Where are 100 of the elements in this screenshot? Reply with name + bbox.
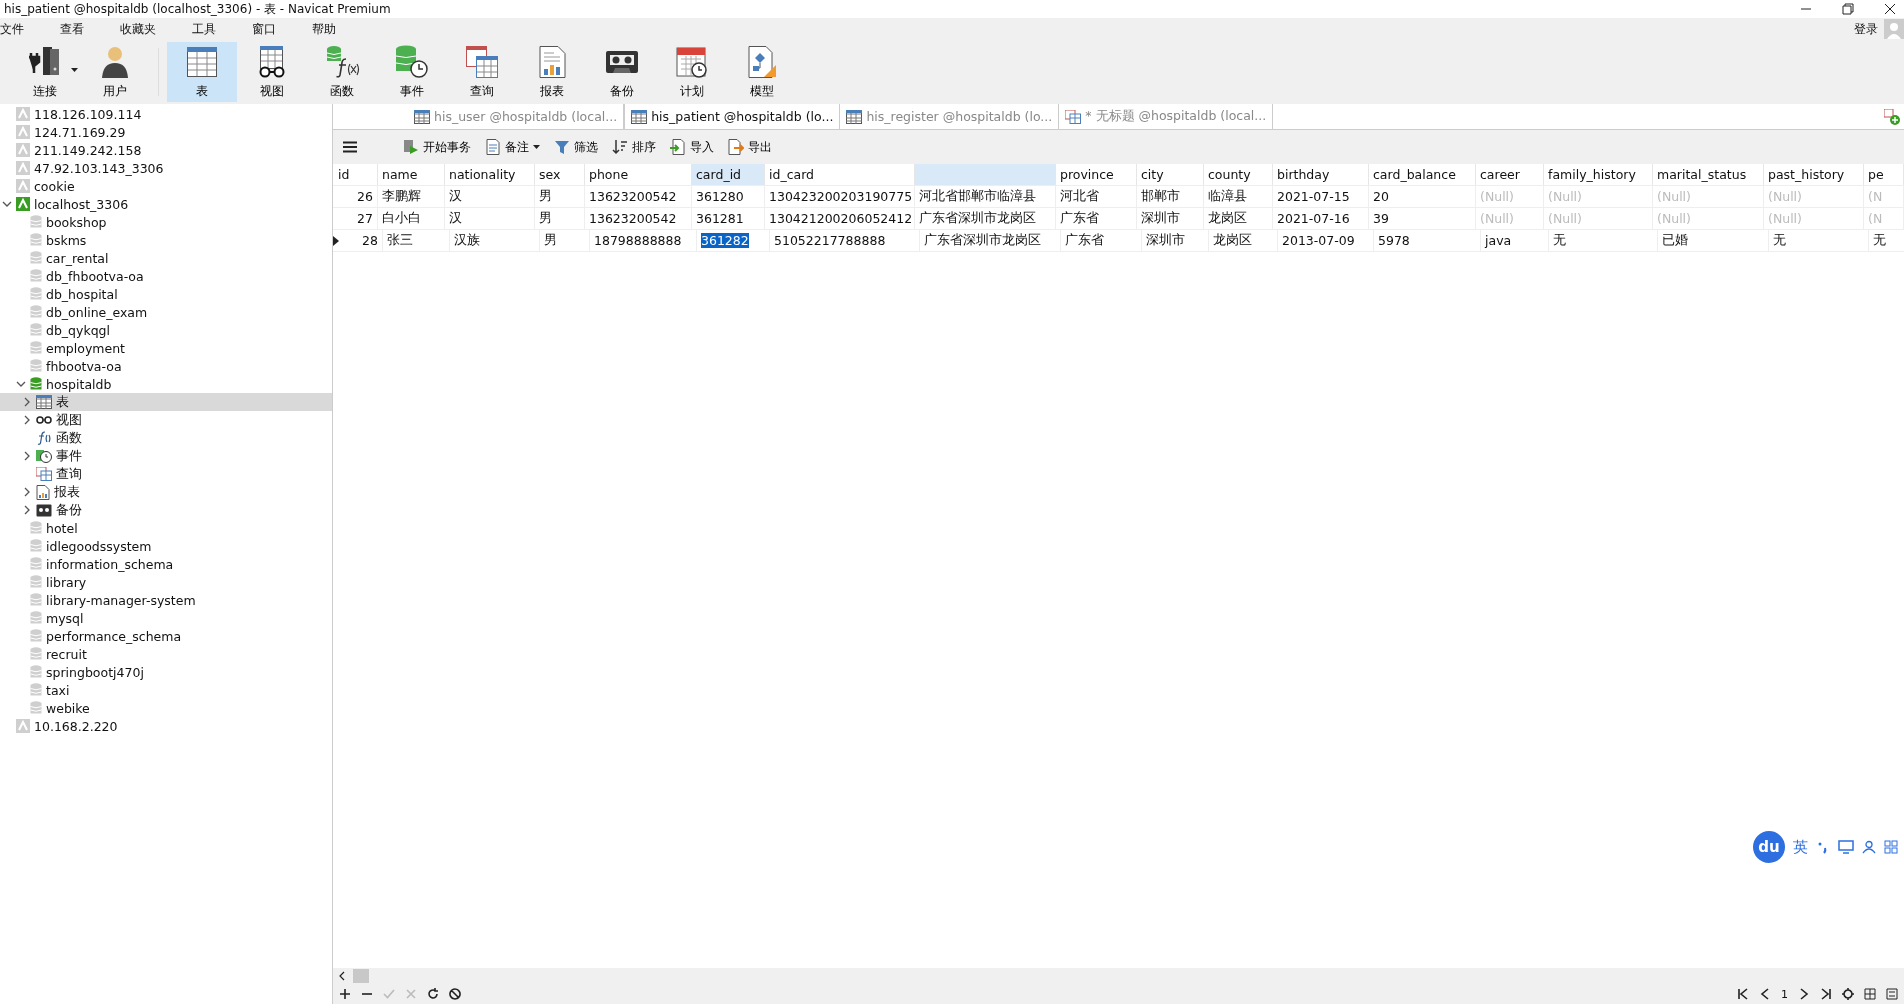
login-link[interactable]: 登录 bbox=[1854, 20, 1878, 38]
database-icon bbox=[30, 575, 42, 589]
tree-item[interactable]: library bbox=[0, 573, 332, 591]
ime-logo: du bbox=[1753, 831, 1785, 863]
tree-item[interactable]: 备份 bbox=[0, 501, 332, 519]
settings-icon[interactable] bbox=[1842, 988, 1854, 1000]
grid-icon[interactable] bbox=[1884, 840, 1898, 854]
tree-item[interactable]: bskms bbox=[0, 231, 332, 249]
table-cell: 361280 bbox=[696, 189, 744, 204]
tree-item[interactable]: recruit bbox=[0, 645, 332, 663]
ime-language[interactable]: 英 bbox=[1793, 837, 1808, 857]
expand-chevron-icon[interactable] bbox=[22, 451, 32, 461]
menu-icon[interactable] bbox=[343, 141, 357, 153]
toolbar-button[interactable]: 函数 bbox=[307, 42, 377, 102]
menu-item[interactable]: 工具 bbox=[192, 20, 228, 38]
tree-item[interactable]: 报表 bbox=[0, 483, 332, 501]
table-cell: 广东省深圳市龙岗区 bbox=[919, 210, 1036, 227]
toolbar-button[interactable]: 事件 bbox=[377, 42, 447, 102]
tree-item[interactable]: mysql bbox=[0, 609, 332, 627]
tree-item[interactable]: 10.168.2.220 bbox=[0, 717, 332, 735]
tree-item[interactable]: 视图 bbox=[0, 411, 332, 429]
check-icon[interactable] bbox=[383, 988, 395, 1000]
tree-item[interactable]: bookshop bbox=[0, 213, 332, 231]
table-cell: 男 bbox=[539, 188, 552, 205]
toolbar-button[interactable]: 查询 bbox=[447, 42, 517, 102]
table-toolbar-button[interactable]: 导出 bbox=[724, 136, 776, 158]
menu-item[interactable]: 查看 bbox=[60, 20, 96, 38]
editor-tab[interactable]: his_patient @hospitaldb (lo... bbox=[624, 104, 841, 129]
tree-item[interactable]: 118.126.109.114 bbox=[0, 105, 332, 123]
table-toolbar-button[interactable]: 开始事务 bbox=[399, 136, 475, 158]
table-toolbar-button[interactable]: 备注 bbox=[481, 136, 544, 158]
tree-item[interactable]: db_online_exam bbox=[0, 303, 332, 321]
expand-chevron-icon[interactable] bbox=[22, 397, 32, 407]
tree-item[interactable]: taxi bbox=[0, 681, 332, 699]
previous-page-icon[interactable] bbox=[1759, 988, 1771, 1000]
table-toolbar-button[interactable]: 筛选 bbox=[550, 136, 602, 158]
menu-item[interactable]: 文件 bbox=[0, 20, 36, 38]
tree-item[interactable]: 211.149.242.158 bbox=[0, 141, 332, 159]
table-cell: 5978 bbox=[1378, 233, 1410, 248]
next-page-icon[interactable] bbox=[1798, 988, 1810, 1000]
toolbar-button[interactable]: 连接 bbox=[10, 42, 80, 102]
tree-item[interactable]: car_rental bbox=[0, 249, 332, 267]
toolbar-button[interactable]: 视图 bbox=[237, 42, 307, 102]
tree-item[interactable]: 124.71.169.29 bbox=[0, 123, 332, 141]
toolbar-button[interactable]: 备份 bbox=[587, 42, 657, 102]
menu-item[interactable]: 收藏夹 bbox=[120, 20, 168, 38]
tree-item[interactable]: hospitaldb bbox=[0, 375, 332, 393]
table-cell: 临漳县 bbox=[1208, 188, 1247, 205]
first-page-icon[interactable] bbox=[1737, 988, 1749, 1000]
tree-item[interactable]: information_schema bbox=[0, 555, 332, 573]
restore-icon[interactable] bbox=[1842, 3, 1854, 15]
last-page-icon[interactable] bbox=[1820, 988, 1832, 1000]
collapse-chevron-icon[interactable] bbox=[16, 379, 26, 389]
cassette-icon bbox=[36, 503, 52, 517]
toolbar-button[interactable]: 表 bbox=[167, 42, 237, 102]
tree-item[interactable]: idlegoodssystem bbox=[0, 537, 332, 555]
table-icon bbox=[184, 44, 220, 79]
collapse-chevron-icon[interactable] bbox=[2, 199, 12, 209]
server-icon bbox=[16, 125, 30, 139]
database-icon bbox=[30, 647, 42, 661]
tree-item[interactable]: 函数 bbox=[0, 429, 332, 447]
menu-item[interactable]: 帮助 bbox=[312, 20, 348, 38]
close-icon[interactable] bbox=[1884, 3, 1896, 15]
tree-item[interactable]: webike bbox=[0, 699, 332, 717]
user-icon[interactable] bbox=[1862, 840, 1876, 854]
scrollbar-thumb[interactable] bbox=[353, 969, 369, 983]
grid-view-icon[interactable] bbox=[1864, 988, 1876, 1000]
new-tab-icon[interactable] bbox=[1884, 109, 1900, 125]
tree-item[interactable]: fhbootva-oa bbox=[0, 357, 332, 375]
table-toolbar-button[interactable]: 排序 bbox=[608, 136, 660, 158]
add-icon[interactable] bbox=[339, 988, 351, 1000]
expand-chevron-icon[interactable] bbox=[22, 505, 32, 515]
tree-item[interactable]: hotel bbox=[0, 519, 332, 537]
tree-item[interactable]: performance_schema bbox=[0, 627, 332, 645]
tree-item[interactable]: cookie bbox=[0, 177, 332, 195]
tree-item[interactable]: db_fhbootva-oa bbox=[0, 267, 332, 285]
menu-item[interactable]: 窗口 bbox=[252, 20, 288, 38]
toolbar-button[interactable]: 计划 bbox=[657, 42, 727, 102]
tree-item[interactable]: library-manager-system bbox=[0, 591, 332, 609]
table-toolbar-button[interactable]: 导入 bbox=[666, 136, 718, 158]
form-view-icon[interactable] bbox=[1886, 988, 1898, 1000]
tree-item[interactable]: db_qykqgl bbox=[0, 321, 332, 339]
table-cell: 20 bbox=[1373, 189, 1389, 204]
refresh-icon[interactable] bbox=[427, 988, 439, 1000]
column-header[interactable]: card_id bbox=[692, 164, 765, 185]
keyboard-icon[interactable] bbox=[1838, 840, 1854, 854]
toolbar-button[interactable]: 模型 bbox=[727, 42, 797, 102]
tree-item[interactable]: 47.92.103.143_3306 bbox=[0, 159, 332, 177]
tree-item[interactable]: employment bbox=[0, 339, 332, 357]
tree-item[interactable]: 事件 bbox=[0, 447, 332, 465]
expand-chevron-icon[interactable] bbox=[22, 487, 32, 497]
stop-icon[interactable] bbox=[449, 988, 461, 1000]
tree-item[interactable]: 表 bbox=[0, 393, 332, 411]
tree-item[interactable]: db_hospital bbox=[0, 285, 332, 303]
tree-item[interactable]: 查询 bbox=[0, 465, 332, 483]
tree-item[interactable]: localhost_3306 bbox=[0, 195, 332, 213]
toolbar-button[interactable]: 用户 bbox=[80, 42, 150, 102]
expand-chevron-icon[interactable] bbox=[22, 415, 32, 425]
toolbar-button[interactable]: 报表 bbox=[517, 42, 587, 102]
tree-item[interactable]: springbootj470j bbox=[0, 663, 332, 681]
